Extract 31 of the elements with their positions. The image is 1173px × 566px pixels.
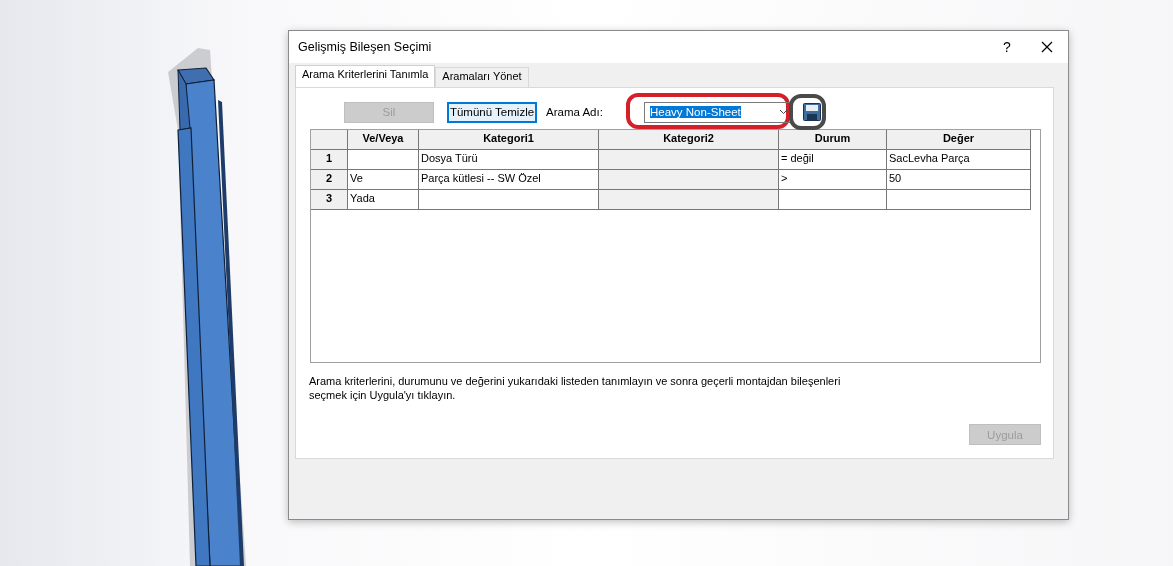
chevron-icon bbox=[779, 109, 788, 115]
tab[interactable]: Aramaları Yönet bbox=[435, 67, 529, 87]
clear-all-button[interactable]: Tümünü Temizle bbox=[447, 101, 537, 123]
column-header: Kategori2 bbox=[599, 130, 779, 150]
column-header: Değer bbox=[887, 130, 1031, 150]
tab[interactable]: Arama Kriterlerini Tanımla bbox=[295, 65, 436, 88]
column-header: Kategori1 bbox=[419, 130, 599, 150]
table-cell[interactable]: Parça kütlesi -- SW Özel bbox=[419, 170, 599, 190]
table-cell[interactable]: Ve bbox=[348, 170, 419, 190]
table-cell[interactable]: Yada bbox=[348, 190, 419, 210]
help-button[interactable]: ? bbox=[992, 39, 1022, 55]
table-cell[interactable]: SacLevha Parça bbox=[887, 150, 1031, 170]
table-cell[interactable]: 50 bbox=[887, 170, 1031, 190]
table-cell[interactable]: Dosya Türü bbox=[419, 150, 599, 170]
instruction-text: Arama kriterlerini, durumunu ve değerini yukarıdaki listeden tanımlayın ve sonra geçerli montajdan bileşenleri seçmek için Uygula'yı tıklayın. bbox=[309, 375, 842, 402]
column-header: Ve/Veya bbox=[348, 130, 419, 150]
column-header: Durum bbox=[779, 130, 887, 150]
table-cell[interactable] bbox=[419, 190, 599, 210]
row-number: 1 bbox=[311, 150, 348, 170]
save-icon[interactable] bbox=[803, 103, 821, 121]
window-title: Gelişmiş Bileşen Seçimi bbox=[298, 40, 433, 54]
row-number: 2 bbox=[311, 170, 348, 190]
table-cell[interactable] bbox=[348, 150, 419, 170]
table-cell[interactable] bbox=[887, 190, 1031, 210]
corner-cell bbox=[311, 130, 348, 150]
table-cell[interactable]: > bbox=[779, 170, 887, 190]
table-cell[interactable]: = değil bbox=[779, 150, 887, 170]
search-name-label: Arama Adı: bbox=[546, 106, 604, 118]
search-name-dropdown[interactable]: Heavy Non-Sheet bbox=[644, 101, 792, 123]
row-number: 3 bbox=[311, 190, 348, 210]
table-cell[interactable] bbox=[779, 190, 887, 210]
